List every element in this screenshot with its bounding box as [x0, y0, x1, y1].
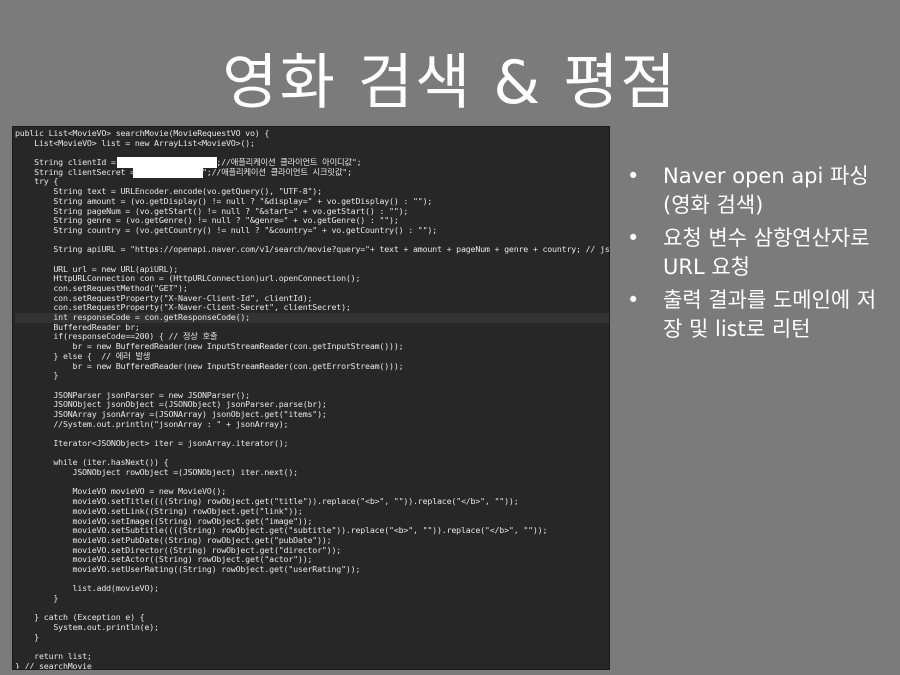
code-line: JSONObject rowObject =(JSONObject) iter.… [15, 468, 299, 478]
code-line: String text = URLEncoder.encode(vo.getQu… [15, 187, 322, 197]
code-line: } else { // 에러 발생 [15, 351, 151, 361]
bullet-text: 요청 변수 삼항연산자로 URL 요청 [663, 226, 870, 279]
code-line: int responseCode = con.getResponseCode()… [15, 313, 609, 323]
bullet-list: • Naver open api 파싱(영화 검색) • 요청 변수 삼항연산자… [627, 162, 887, 348]
code-line: if(responseCode==200) { // 정상 호출 [15, 332, 218, 342]
code-line: String amount = (vo.getDisplay() != null… [15, 196, 433, 206]
code-line: return list; [15, 652, 92, 662]
code-line: movieVO.setTitle((((String) rowObject.ge… [15, 497, 519, 507]
bullet-text: 출력 결과를 도메인에 저장 및 list로 리턴 [663, 288, 877, 341]
code-line: BufferedReader br; [15, 322, 140, 332]
code-line: String clientSecret = " ";//애플리케이션 클라이언트… [34, 167, 352, 177]
code-line: String genre = (vo.getGenre() != null ? … [15, 216, 399, 226]
bullet-item-api: • Naver open api 파싱(영화 검색) [627, 162, 887, 220]
code-line: movieVO.setLink((String) rowObject.get("… [15, 506, 303, 516]
code-line: String country = (vo.getCountry() != nul… [15, 225, 437, 235]
bullet-text: Naver open api 파싱(영화 검색) [663, 164, 869, 217]
code-line: Iterator<JSONObject> iter = jsonArray.it… [15, 439, 289, 448]
bullet-item-ternary: • 요청 변수 삼항연산자로 URL 요청 [627, 224, 887, 282]
code-line: String clientId = " ";//애플리케이션 클라이언트 아이디… [34, 158, 362, 168]
code-line: JSONArray jsonArray =(JSONArray) jsonObj… [15, 409, 327, 419]
code-line: //System.out.println("jsonArray : " + js… [15, 419, 289, 429]
code-screenshot: public List<MovieVO> searchMovie(MovieRe… [12, 126, 610, 670]
code-line: HttpURLConnection con = (HttpURLConnecti… [15, 274, 361, 284]
code-line: list.add(movieVO); [15, 584, 160, 594]
code-line: try { [15, 177, 59, 187]
code-line: List<MovieVO> list = new ArrayList<Movie… [15, 138, 255, 148]
bullet-marker: • [627, 226, 640, 250]
code-line: JSONObject jsonObject =(JSONObject) json… [15, 400, 327, 410]
code-line: public List<MovieVO> searchMovie(MovieRe… [15, 129, 270, 138]
code-line: movieVO.setUserRating((String) rowObject… [15, 564, 361, 574]
code-line: movieVO.setImage((String) rowObject.get(… [15, 516, 313, 526]
code-line: } [15, 371, 59, 381]
code-line: con.setRequestProperty("X-Naver-Client-I… [15, 293, 313, 303]
code-line: URL url = new URL(apiURL); [15, 264, 179, 274]
code-lines: public List<MovieVO> searchMovie(MovieRe… [15, 129, 609, 670]
code-line: MovieVO movieVO = new MovieVO(); [15, 487, 227, 497]
slide-title: 영화 검색 & 평점 [222, 48, 678, 118]
bullet-marker: • [627, 164, 640, 188]
code-line: con.setRequestProperty("X-Naver-Client-S… [15, 303, 351, 313]
code-line: } [15, 632, 39, 642]
redacted-client-secret [133, 167, 203, 178]
code-line: movieVO.setPubDate((String) rowObject.ge… [15, 535, 332, 545]
code-line: JSONParser jsonParser = new JSONParser()… [15, 390, 250, 400]
code-line: br = new BufferedReader(new InputStreamR… [15, 342, 404, 352]
code-line: con.setRequestMethod("GET"); [15, 284, 188, 293]
code-line: movieVO.setSubtitle((((String) rowObject… [15, 526, 548, 536]
bullet-marker: • [627, 288, 640, 312]
code-line: } [15, 594, 59, 603]
code-line: System.out.println(e); [15, 623, 159, 633]
code-line: movieVO.setActor((String) rowObject.get(… [15, 555, 313, 565]
code-line: br = new BufferedReader(new InputStreamR… [15, 361, 404, 371]
code-line: } catch (Exception e) { [15, 613, 145, 623]
code-line: } // searchMovie [15, 661, 92, 670]
code-line: movieVO.setDirector((String) rowObject.g… [15, 545, 342, 555]
code-line: String apiURL = "https://openapi.naver.c… [15, 245, 609, 255]
code-line: while (iter.hasNext()) { [15, 458, 169, 468]
bullet-item-domain: • 출력 결과를 도메인에 저장 및 list로 리턴 [627, 286, 887, 344]
code-line: String pageNum = (vo.getStart() != null … [15, 206, 409, 216]
